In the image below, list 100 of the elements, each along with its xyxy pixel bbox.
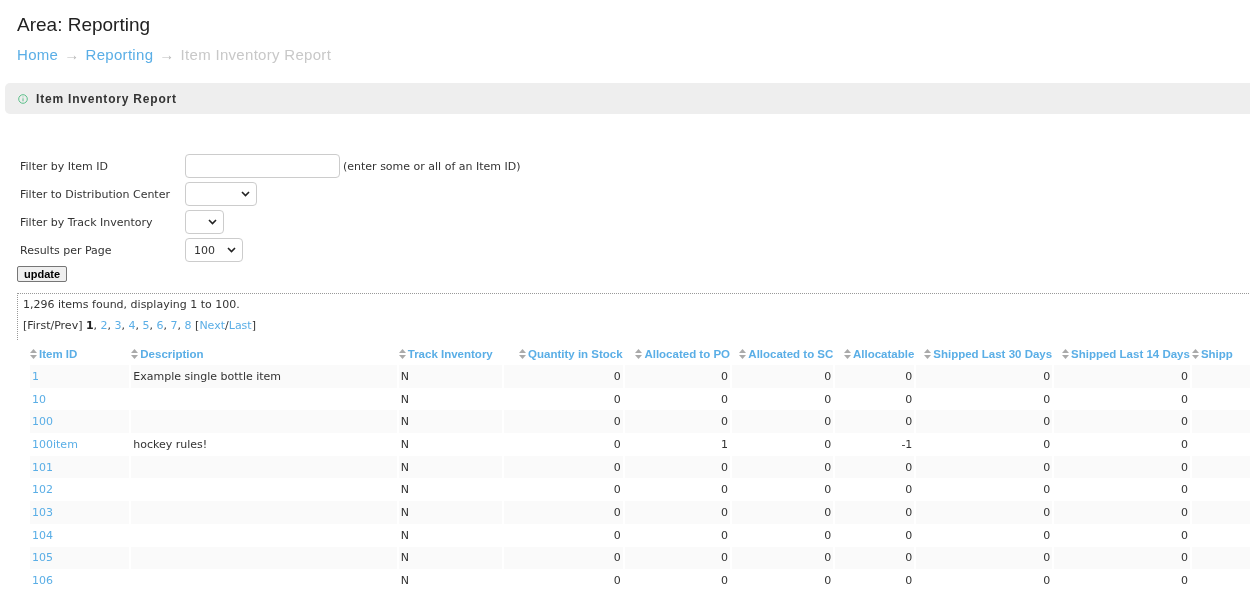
column-header[interactable]: Allocatable [844, 348, 915, 360]
table-cell: 0 [1180, 460, 1188, 474]
table-cell: -1 [901, 437, 913, 451]
next-link[interactable]: Next [199, 319, 226, 332]
item-link[interactable]: 10 [32, 392, 46, 406]
item-id-field[interactable] [185, 154, 340, 178]
page-separator: , [177, 319, 182, 332]
table-cell: N [400, 551, 409, 565]
item-link[interactable]: 103 [32, 505, 53, 519]
table-cell: N [400, 415, 409, 429]
table-cell: 0 [824, 505, 832, 519]
table-cell: 0 [1043, 369, 1051, 383]
filter-label: Results per Page [20, 243, 113, 257]
item-link[interactable]: 102 [32, 483, 53, 497]
table-cell: 0 [824, 528, 832, 542]
table-cell: 0 [1180, 551, 1188, 565]
page-link[interactable]: 5 [142, 319, 150, 332]
column-header[interactable]: Allocated to PO [635, 348, 730, 360]
table-cell: 0 [1180, 505, 1188, 519]
bracket: ] [251, 319, 256, 332]
page-link[interactable]: 6 [156, 319, 164, 332]
table-cell: 0 [905, 369, 913, 383]
page-separator: , [163, 319, 168, 332]
page-link[interactable]: 8 [184, 319, 192, 332]
table-cell: N [400, 460, 409, 474]
table-cell: N [400, 437, 409, 451]
item-link[interactable]: 100 [32, 415, 53, 429]
table-cell: 0 [1043, 505, 1051, 519]
column-header[interactable]: Shipped Last 14 Days [1062, 348, 1190, 360]
table-cell: 0 [721, 369, 728, 383]
table-cell: 0 [905, 415, 913, 429]
sort-icon [844, 349, 851, 359]
results-summary: 1,296 items found, displaying 1 to 100. [23, 298, 240, 311]
page-separator: , [135, 319, 140, 332]
column-header[interactable]: Quantity in Stock [519, 348, 623, 360]
table-cell: 0 [905, 551, 913, 565]
sort-icon [30, 349, 37, 359]
table-cell: 0 [613, 551, 621, 565]
table-cell: 0 [721, 551, 728, 565]
sort-icon [1191, 349, 1199, 359]
last-link[interactable]: Last [228, 319, 252, 332]
update-button[interactable]: update [17, 266, 68, 282]
item-link[interactable]: 1 [32, 369, 39, 383]
table-cell: 0 [1043, 392, 1051, 406]
column-header[interactable]: Shipp [1191, 348, 1233, 360]
table-cell: 0 [1043, 437, 1051, 451]
table-cell: 0 [905, 392, 913, 406]
sort-icon [398, 349, 406, 359]
column-header[interactable]: Shipped Last 30 Days [924, 348, 1053, 360]
current-page: 1 [85, 319, 94, 332]
item-link[interactable]: 101 [32, 460, 53, 474]
page-separator: , [121, 319, 126, 332]
page-link[interactable]: 3 [114, 319, 122, 332]
table-cell: 0 [613, 574, 621, 588]
table-cell: 0 [1043, 415, 1051, 429]
first-prev-label: [First/Prev] [23, 319, 83, 332]
breadcrumb-link[interactable]: Reporting [85, 46, 154, 63]
table-cell: 0 [1180, 574, 1188, 588]
table-cell: hockey rules! [133, 437, 208, 451]
select-field[interactable] [185, 182, 257, 206]
column-header[interactable]: Item ID [30, 348, 78, 360]
page-link[interactable]: 4 [128, 319, 136, 332]
select-field[interactable]: 100 [185, 238, 243, 262]
table-cell: 0 [1180, 392, 1188, 406]
select-field[interactable] [185, 210, 224, 234]
column-header[interactable]: Track Inventory [398, 348, 493, 360]
page-separator: , [149, 319, 154, 332]
table-cell: 0 [613, 437, 621, 451]
table-cell: 0 [905, 483, 913, 497]
item-link[interactable]: 100item [32, 437, 78, 451]
sort-icon [519, 349, 527, 359]
table-cell: 0 [613, 483, 621, 497]
table-cell: N [400, 483, 409, 497]
column-header[interactable]: Description [131, 348, 204, 360]
table-cell: 0 [824, 415, 832, 429]
chevron-down-icon [208, 219, 217, 225]
table-cell: N [400, 392, 409, 406]
table-cell: N [400, 369, 409, 383]
table-cell: 0 [613, 369, 621, 383]
page-link[interactable]: 2 [100, 319, 108, 332]
table-cell: 1 [721, 437, 728, 451]
table-cell: 0 [1043, 574, 1051, 588]
sort-icon [131, 349, 139, 359]
table-cell: 0 [824, 483, 832, 497]
item-link[interactable]: 104 [32, 528, 53, 542]
sort-icon [1062, 349, 1069, 359]
item-link[interactable]: 105 [32, 551, 53, 565]
slash: / [225, 319, 229, 332]
item-link[interactable]: 106 [32, 574, 53, 588]
table-cell: 0 [905, 460, 913, 474]
table-cell: 0 [1180, 528, 1188, 542]
table-cell: 0 [613, 415, 621, 429]
table-cell: 0 [1043, 551, 1051, 565]
table-cell: 0 [1043, 460, 1051, 474]
table-cell: 0 [721, 574, 728, 588]
page-link[interactable]: 7 [170, 319, 178, 332]
table-cell: 0 [721, 483, 728, 497]
column-header[interactable]: Allocated to SC [739, 348, 834, 360]
table-cell: 0 [1180, 483, 1188, 497]
breadcrumb-link[interactable]: Home [17, 46, 59, 63]
